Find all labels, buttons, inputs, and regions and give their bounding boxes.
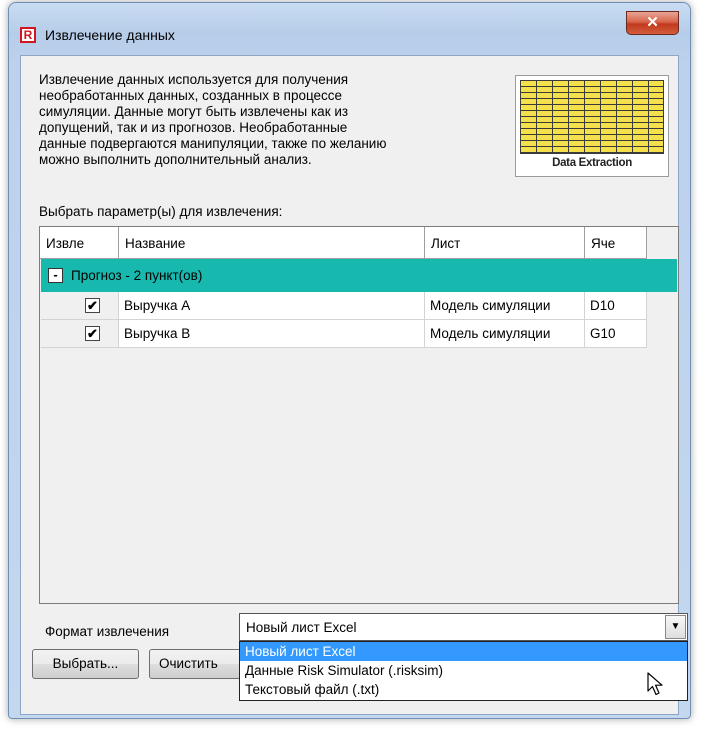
table-row[interactable]: ✔ Выручка A Модель симуляции D10 [41, 292, 677, 320]
sheet-cell: Модель симуляции [425, 292, 585, 320]
cell-ref-cell: G10 [585, 320, 647, 348]
spreadsheet-thumbnail-icon [520, 80, 664, 154]
title-bar[interactable]: R Извлечение данных ✕ [9, 3, 690, 43]
format-option-risksim[interactable]: Данные Risk Simulator (.risksim) [240, 661, 687, 680]
name-cell: Выручка A [119, 292, 425, 320]
format-option-excel[interactable]: Новый лист Excel [240, 642, 687, 661]
column-header-cell[interactable]: Яче [585, 227, 647, 259]
extract-checkbox[interactable]: ✔ [85, 298, 100, 313]
select-button[interactable]: Выбрать... [32, 649, 139, 679]
dialog-body: Извлечение данных используется для получ… [20, 55, 688, 715]
format-selected-value: Новый лист Excel [246, 620, 357, 635]
collapse-toggle-button[interactable]: - [48, 268, 63, 283]
extraction-dialog: R Извлечение данных ✕ Извлечение данных … [8, 2, 691, 719]
chevron-down-icon[interactable]: ▼ [665, 615, 686, 639]
column-header-name[interactable]: Название [119, 227, 425, 259]
checkbox-cell: ✔ [41, 292, 119, 320]
name-cell: Выручка B [119, 320, 425, 348]
thumbnail-caption: Data Extraction [552, 157, 632, 169]
column-header-sheet[interactable]: Лист [425, 227, 585, 259]
grid-header: Извле Название Лист Яче [40, 227, 678, 259]
close-icon: ✕ [646, 14, 659, 31]
column-header-extract[interactable]: Извле [40, 227, 119, 259]
extract-checkbox[interactable]: ✔ [85, 326, 100, 341]
mouse-pointer-icon [647, 672, 663, 696]
select-parameters-label: Выбрать параметр(ы) для извлечения: [39, 204, 283, 219]
sheet-cell: Модель симуляции [425, 320, 585, 348]
forecast-group-row[interactable]: - Прогноз - 2 пункт(ов) [41, 259, 677, 292]
extraction-format-select[interactable]: Новый лист Excel ▼ [239, 613, 688, 641]
format-dropdown-list: Новый лист Excel Данные Risk Simulator (… [239, 641, 688, 701]
data-extraction-thumbnail: Data Extraction [515, 75, 669, 177]
close-button[interactable]: ✕ [626, 11, 679, 35]
table-row[interactable]: ✔ Выручка B Модель симуляции G10 [41, 320, 677, 348]
parameters-grid[interactable]: Извле Название Лист Яче - Прогноз - 2 пу… [39, 226, 679, 604]
group-label: Прогноз - 2 пункт(ов) [71, 268, 203, 283]
cell-ref-cell: D10 [585, 292, 647, 320]
window-title: Извлечение данных [45, 27, 175, 43]
extraction-format-label: Формат извлечения [45, 624, 170, 639]
description-text: Извлечение данных используется для получ… [39, 72, 387, 167]
format-option-txt[interactable]: Текстовый файл (.txt) [240, 680, 687, 699]
app-logo-icon: R [20, 27, 36, 43]
checkbox-cell: ✔ [41, 320, 119, 348]
